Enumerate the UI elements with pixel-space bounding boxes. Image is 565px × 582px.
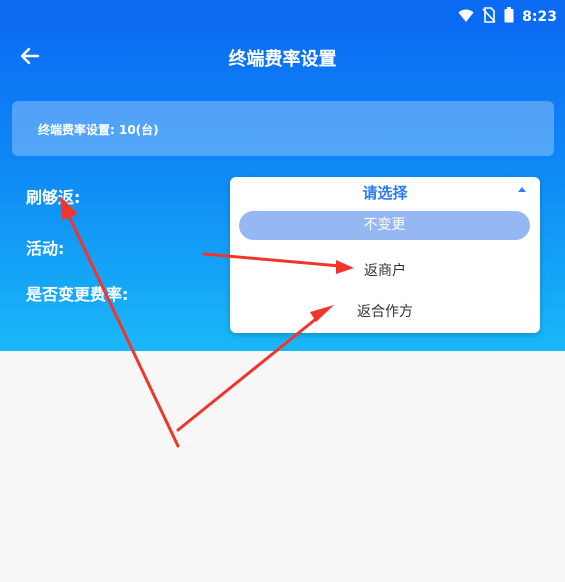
dropdown-option-partner[interactable]: 返合作方 <box>230 301 540 321</box>
cashback-label: 刷够返: <box>26 188 81 207</box>
status-bar: 8:23 <box>0 0 565 32</box>
dropdown-placeholder[interactable]: 请选择 <box>230 182 540 206</box>
caret-up-icon[interactable] <box>518 187 526 192</box>
dropdown-option-no-change[interactable]: 不变更 <box>239 211 530 240</box>
dropdown-option-merchant[interactable]: 返商户 <box>230 260 540 280</box>
wifi-icon <box>458 8 474 27</box>
battery-icon <box>504 7 514 27</box>
cashback-dropdown[interactable]: 请选择 不变更 返商户 返合作方 <box>230 177 540 333</box>
info-card: 终端费率设置: 10(台) <box>12 101 554 156</box>
nav-bar: 终端费率设置 <box>0 32 565 86</box>
change-rate-label: 是否变更费率: <box>26 285 129 304</box>
no-sim-icon <box>482 7 496 27</box>
status-time: 8:23 <box>522 9 557 25</box>
activity-label: 活动: <box>26 239 65 258</box>
page-title: 终端费率设置 <box>228 49 337 70</box>
terminal-rate-summary: 终端费率设置: 10(台) <box>38 123 159 137</box>
